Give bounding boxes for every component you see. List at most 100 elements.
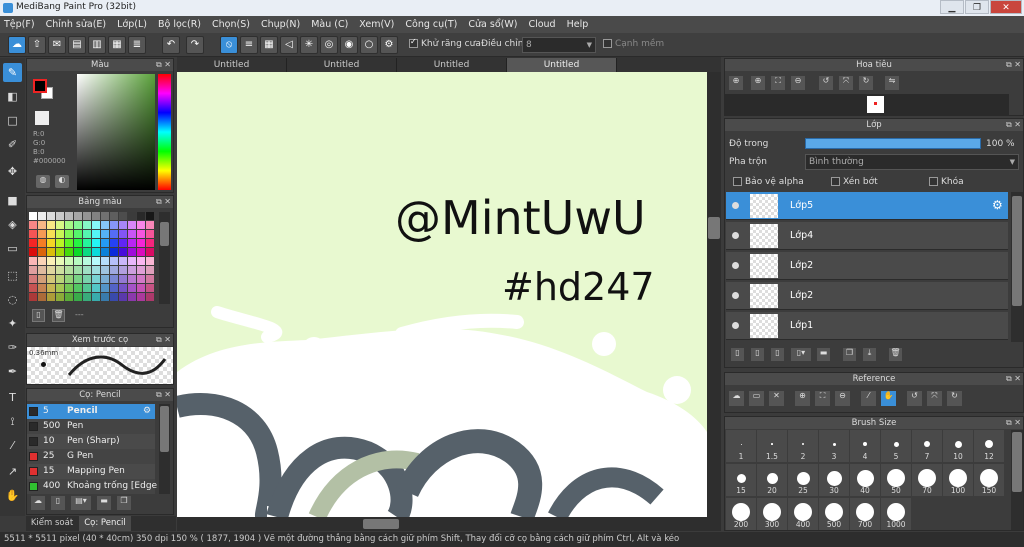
correction-select[interactable]: 8 ▼ bbox=[522, 37, 596, 53]
palette-swatch[interactable] bbox=[146, 248, 154, 256]
palette-swatch[interactable] bbox=[38, 221, 46, 229]
layer-row[interactable]: Lớp5 ⚙ bbox=[726, 192, 1008, 220]
palette-swatch[interactable] bbox=[29, 212, 37, 220]
reset-view-icon[interactable]: ⤧ bbox=[839, 76, 853, 90]
brush-size-option[interactable]: 400 bbox=[788, 498, 818, 530]
operation-tool-icon[interactable]: ↗ bbox=[3, 462, 22, 481]
fit-icon[interactable]: ⛶ bbox=[771, 76, 785, 90]
menu-snap[interactable]: Chụp(N) bbox=[261, 19, 300, 30]
brush-size-option[interactable]: 150 bbox=[974, 464, 1004, 496]
palette-swatch[interactable] bbox=[65, 284, 73, 292]
palette-swatches[interactable] bbox=[29, 212, 157, 304]
palette-swatch[interactable] bbox=[47, 239, 55, 247]
brush-size-option[interactable]: 100 bbox=[943, 464, 973, 496]
palette-swatch[interactable] bbox=[47, 284, 55, 292]
protect-alpha-checkbox[interactable] bbox=[733, 177, 742, 186]
tab-untitled-4[interactable]: Untitled bbox=[507, 58, 617, 72]
comment-icon[interactable]: ✉ bbox=[48, 36, 66, 54]
palette-swatch[interactable] bbox=[65, 257, 73, 265]
menu-window[interactable]: Cửa sổ(W) bbox=[468, 19, 517, 30]
layer-folder-icon[interactable]: ▬ bbox=[817, 348, 830, 361]
palette-swatch[interactable] bbox=[101, 230, 109, 238]
menu-file[interactable]: Tệp(F) bbox=[4, 19, 35, 30]
palette-swatch[interactable] bbox=[56, 266, 64, 274]
palette-swatch[interactable] bbox=[137, 239, 145, 247]
palette-swatch[interactable] bbox=[47, 212, 55, 220]
layer-row[interactable]: Lớp4 bbox=[726, 222, 1008, 250]
hue-slider[interactable] bbox=[158, 74, 171, 190]
palette-swatch[interactable] bbox=[137, 293, 145, 301]
brush-item[interactable]: 400 Khoảng trống [Edge bbox=[27, 479, 157, 494]
brush-size-option[interactable]: 1000 bbox=[881, 498, 911, 530]
brush-size-option[interactable]: 300 bbox=[757, 498, 787, 530]
palette-swatch[interactable] bbox=[110, 257, 118, 265]
brush-item[interactable]: 500 Pen bbox=[27, 419, 155, 434]
open-reference-icon[interactable]: ▭ bbox=[749, 391, 764, 406]
snap-perspective-icon[interactable]: ◁ bbox=[280, 36, 298, 54]
palette-swatch[interactable] bbox=[128, 212, 136, 220]
palette-swatch[interactable] bbox=[101, 266, 109, 274]
minimize-button[interactable]: ▁ bbox=[940, 0, 964, 14]
palette-swatch[interactable] bbox=[29, 284, 37, 292]
palette-swatch[interactable] bbox=[119, 266, 127, 274]
color-mode-icon[interactable]: ◐ bbox=[55, 175, 69, 188]
palette-scrollbar[interactable] bbox=[159, 212, 170, 304]
grid-icon[interactable]: ▦ bbox=[108, 36, 126, 54]
palette-swatch[interactable] bbox=[128, 275, 136, 283]
brush-size-option[interactable]: 70 bbox=[912, 464, 942, 496]
canvas-area[interactable]: @MintUwU #hd247 bbox=[177, 72, 721, 517]
palette-swatch[interactable] bbox=[47, 293, 55, 301]
shape-tool-icon[interactable]: ■ bbox=[3, 191, 22, 210]
palette-swatch[interactable] bbox=[29, 257, 37, 265]
brush-size-scrollbar[interactable] bbox=[1011, 430, 1023, 530]
lasso-tool-icon[interactable]: ◌ bbox=[3, 290, 22, 309]
panel-close-icon[interactable]: ⧉ ✕ bbox=[156, 389, 171, 401]
palette-swatch[interactable] bbox=[56, 257, 64, 265]
palette-swatch[interactable] bbox=[38, 293, 46, 301]
palette-swatch[interactable] bbox=[56, 275, 64, 283]
palette-swatch[interactable] bbox=[92, 257, 100, 265]
brush-menu-icon[interactable]: ▤▾ bbox=[71, 496, 91, 510]
merge-layer-icon[interactable]: ⤓ bbox=[863, 348, 876, 361]
palette-swatch[interactable] bbox=[137, 266, 145, 274]
menu-help[interactable]: Help bbox=[567, 19, 589, 30]
palette-swatch[interactable] bbox=[83, 239, 91, 247]
saturation-value-picker[interactable] bbox=[77, 74, 155, 190]
snap-concentric-icon[interactable]: ◉ bbox=[340, 36, 358, 54]
tab-untitled-2[interactable]: Untitled bbox=[287, 58, 397, 72]
palette-swatch[interactable] bbox=[83, 293, 91, 301]
tab-brush-control[interactable]: Kiểm soát cọ bbox=[26, 516, 78, 543]
palette-swatch[interactable] bbox=[110, 266, 118, 274]
eyedropper-icon[interactable]: ⁄ bbox=[3, 436, 22, 455]
palette-swatch[interactable] bbox=[56, 221, 64, 229]
drawing-canvas[interactable]: @MintUwU #hd247 bbox=[177, 72, 707, 517]
duplicate-brush-icon[interactable]: ❐ bbox=[117, 496, 131, 510]
palette-swatch[interactable] bbox=[128, 248, 136, 256]
foreground-color-swatch[interactable] bbox=[33, 79, 47, 93]
palette-swatch[interactable] bbox=[74, 275, 82, 283]
palette-swatch[interactable] bbox=[146, 284, 154, 292]
new-layer-2-icon[interactable]: ▯ bbox=[751, 348, 764, 361]
palette-swatch[interactable] bbox=[92, 284, 100, 292]
palette-swatch[interactable] bbox=[56, 230, 64, 238]
layer-row[interactable]: Lớp2 bbox=[726, 252, 1008, 280]
palette-swatch[interactable] bbox=[137, 212, 145, 220]
menu-select[interactable]: Chọn(S) bbox=[212, 19, 250, 30]
palette-swatch[interactable] bbox=[56, 239, 64, 247]
palette-swatch[interactable] bbox=[119, 293, 127, 301]
lock-checkbox[interactable] bbox=[929, 177, 938, 186]
palette-swatch[interactable] bbox=[47, 266, 55, 274]
palette-swatch[interactable] bbox=[146, 275, 154, 283]
palette-swatch[interactable] bbox=[110, 239, 118, 247]
palette-swatch[interactable] bbox=[101, 275, 109, 283]
add-palette-icon[interactable]: ▯ bbox=[32, 309, 45, 322]
palette-swatch[interactable] bbox=[83, 221, 91, 229]
antialias-checkbox[interactable] bbox=[409, 37, 418, 48]
zoom-in-2-icon[interactable]: ⊕ bbox=[751, 76, 765, 90]
palette-swatch[interactable] bbox=[101, 221, 109, 229]
brush-size-option[interactable]: 5 bbox=[881, 430, 911, 462]
panel-close-icon[interactable]: ⧉ ✕ bbox=[1006, 59, 1021, 71]
hand-tool-icon[interactable]: ✋ bbox=[3, 486, 22, 505]
palette-swatch[interactable] bbox=[101, 257, 109, 265]
layer-scroll-thumb[interactable] bbox=[1012, 196, 1022, 306]
